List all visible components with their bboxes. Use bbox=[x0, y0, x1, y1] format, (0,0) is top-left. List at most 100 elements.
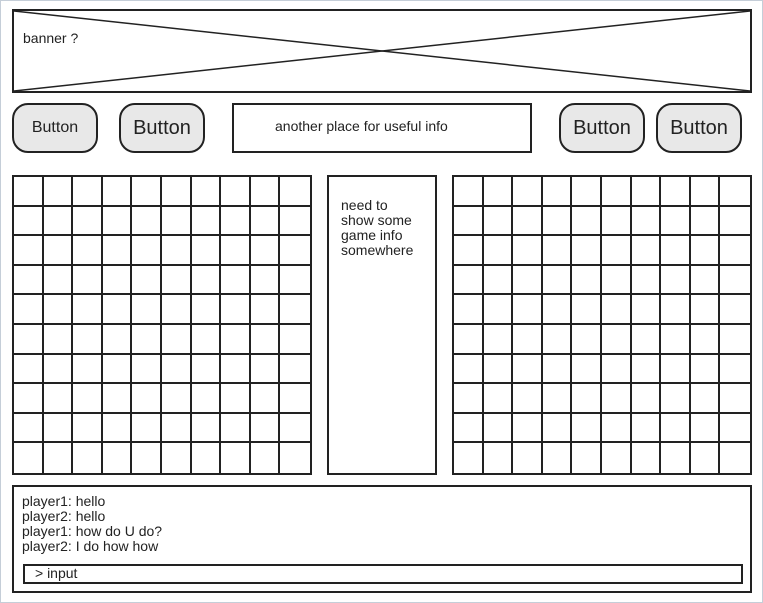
board-cell[interactable] bbox=[102, 413, 133, 444]
board-cell[interactable] bbox=[250, 295, 281, 325]
board-cell[interactable] bbox=[513, 354, 543, 385]
board-cell[interactable] bbox=[661, 177, 691, 207]
board-cell[interactable] bbox=[73, 325, 103, 355]
board-cell[interactable] bbox=[572, 177, 602, 207]
board-cell[interactable] bbox=[162, 265, 192, 296]
board-cell[interactable] bbox=[690, 265, 721, 296]
button-2[interactable]: Button bbox=[119, 103, 205, 153]
board-cell[interactable] bbox=[191, 354, 222, 385]
board-cell[interactable] bbox=[73, 265, 103, 296]
board-cell[interactable] bbox=[572, 325, 602, 355]
board-cell[interactable] bbox=[280, 295, 310, 325]
board-cell[interactable] bbox=[602, 325, 632, 355]
board-cell[interactable] bbox=[250, 354, 281, 385]
board-cell[interactable] bbox=[661, 295, 691, 325]
board-cell[interactable] bbox=[690, 177, 721, 207]
board-cell[interactable] bbox=[690, 295, 721, 325]
board-cell[interactable] bbox=[132, 443, 162, 473]
board-cell[interactable] bbox=[162, 354, 192, 385]
board-cell[interactable] bbox=[632, 443, 662, 473]
board-cell[interactable] bbox=[661, 325, 691, 355]
board-cell[interactable] bbox=[250, 413, 281, 444]
board-cell[interactable] bbox=[542, 177, 573, 207]
board-cell[interactable] bbox=[631, 177, 662, 207]
board-cell[interactable] bbox=[221, 413, 251, 444]
board-cell[interactable] bbox=[602, 295, 632, 325]
board-cell[interactable] bbox=[73, 236, 103, 266]
board-cell[interactable] bbox=[542, 325, 573, 355]
board-cell[interactable] bbox=[602, 384, 632, 414]
board-cell[interactable] bbox=[720, 355, 750, 385]
board-cell[interactable] bbox=[221, 177, 251, 207]
button-3[interactable]: Button bbox=[559, 103, 645, 153]
board-cell[interactable] bbox=[631, 413, 662, 444]
board-cell[interactable] bbox=[162, 236, 192, 266]
board-cell[interactable] bbox=[191, 206, 222, 237]
board-cell[interactable] bbox=[103, 443, 133, 473]
board-cell[interactable] bbox=[221, 325, 251, 355]
board-cell[interactable] bbox=[43, 354, 74, 385]
board-cell[interactable] bbox=[132, 236, 162, 266]
board-cell[interactable] bbox=[102, 265, 133, 296]
board-cell[interactable] bbox=[14, 325, 44, 355]
board-cell[interactable] bbox=[631, 384, 662, 414]
board-cell[interactable] bbox=[132, 295, 162, 325]
board-cell[interactable] bbox=[250, 325, 281, 355]
board-cell[interactable] bbox=[132, 206, 162, 237]
board-cell[interactable] bbox=[102, 236, 133, 266]
board-cell[interactable] bbox=[73, 443, 103, 473]
board-cell[interactable] bbox=[483, 384, 514, 414]
board-cell[interactable] bbox=[221, 206, 251, 237]
board-cell[interactable] bbox=[43, 206, 74, 237]
board-cell[interactable] bbox=[454, 295, 484, 325]
board-cell[interactable] bbox=[454, 177, 484, 207]
board-cell[interactable] bbox=[191, 177, 222, 207]
board-cell[interactable] bbox=[250, 206, 281, 237]
board-cell[interactable] bbox=[73, 206, 103, 237]
board-cell[interactable] bbox=[602, 265, 632, 296]
board-cell[interactable] bbox=[720, 207, 750, 237]
board-cell[interactable] bbox=[542, 265, 573, 296]
board-cell[interactable] bbox=[132, 265, 162, 296]
board-cell[interactable] bbox=[280, 443, 310, 473]
board-cell[interactable] bbox=[661, 354, 691, 385]
board-cell[interactable] bbox=[73, 413, 103, 444]
board-cell[interactable] bbox=[132, 384, 162, 414]
board-cell[interactable] bbox=[483, 325, 514, 355]
board-cell[interactable] bbox=[102, 325, 133, 355]
board-cell[interactable] bbox=[720, 177, 750, 207]
board-cell[interactable] bbox=[280, 236, 310, 266]
board-cell[interactable] bbox=[280, 384, 310, 414]
board-cell[interactable] bbox=[221, 384, 251, 414]
button-1[interactable]: Button bbox=[12, 103, 98, 153]
board-cell[interactable] bbox=[14, 443, 44, 473]
board-cell[interactable] bbox=[720, 384, 750, 414]
board-cell[interactable] bbox=[454, 413, 484, 444]
board-cell[interactable] bbox=[602, 443, 632, 473]
board-cell[interactable] bbox=[483, 265, 514, 296]
board-cell[interactable] bbox=[631, 236, 662, 266]
board-cell[interactable] bbox=[661, 413, 691, 444]
board-cell[interactable] bbox=[14, 354, 44, 385]
board-cell[interactable] bbox=[720, 443, 750, 473]
board-cell[interactable] bbox=[631, 354, 662, 385]
board-cell[interactable] bbox=[191, 295, 222, 325]
board-cell[interactable] bbox=[602, 177, 632, 207]
board-cell[interactable] bbox=[102, 295, 133, 325]
board-cell[interactable] bbox=[631, 325, 662, 355]
board-cell[interactable] bbox=[280, 207, 310, 237]
board-cell[interactable] bbox=[720, 414, 750, 444]
board-cell[interactable] bbox=[661, 384, 691, 414]
board-cell[interactable] bbox=[162, 384, 192, 414]
chat-input[interactable]: > input bbox=[23, 564, 743, 584]
board-cell[interactable] bbox=[690, 413, 721, 444]
board-cell[interactable] bbox=[690, 325, 721, 355]
board-cell[interactable] bbox=[513, 295, 543, 325]
board-cell[interactable] bbox=[513, 177, 543, 207]
board-cell[interactable] bbox=[102, 206, 133, 237]
board-cell[interactable] bbox=[132, 413, 162, 444]
button-4[interactable]: Button bbox=[656, 103, 742, 153]
board-cell[interactable] bbox=[102, 177, 133, 207]
board-cell[interactable] bbox=[661, 265, 691, 296]
board-cell[interactable] bbox=[454, 236, 484, 266]
